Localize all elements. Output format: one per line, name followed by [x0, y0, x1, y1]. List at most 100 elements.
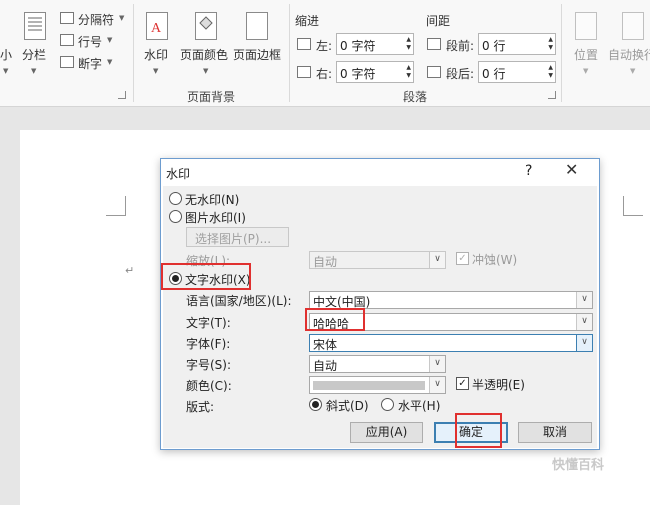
- text-label: 文字(T):: [186, 316, 231, 330]
- select-picture-button[interactable]: 选择图片(P)...: [186, 227, 289, 247]
- size-value: 自动: [313, 359, 338, 373]
- chevron-down-icon: ▼: [107, 36, 113, 44]
- chevron-down-icon: ▼: [119, 14, 125, 22]
- watermark-button[interactable]: 水印: [144, 46, 168, 63]
- apply-button[interactable]: 应用(A): [350, 422, 423, 443]
- watermark-icon: A: [146, 12, 168, 40]
- language-value: 中文(中国): [313, 295, 371, 309]
- horizontal-label[interactable]: 水平(H): [398, 397, 440, 414]
- size-select[interactable]: 自动 ∨: [309, 355, 446, 373]
- indent-left-label: 左:: [316, 39, 333, 53]
- indent-right-value: 0 字符: [340, 67, 376, 81]
- semitransparent-label[interactable]: 半透明(E): [472, 376, 525, 393]
- group-separator: [289, 4, 290, 102]
- chevron-down-icon: ▼: [31, 67, 37, 75]
- help-icon[interactable]: ?: [525, 163, 532, 179]
- color-select[interactable]: ∨: [309, 376, 446, 394]
- chevron-down-icon: ∨: [429, 252, 445, 268]
- chevron-down-icon: ∨: [576, 335, 592, 351]
- text-watermark-radio[interactable]: [169, 272, 182, 285]
- watermark-dialog: 水印 ? ✕ 无水印(N) 图片水印(I) 选择图片(P)... 缩放(L): …: [160, 158, 600, 450]
- page-borders-button[interactable]: 页面边框: [233, 46, 281, 63]
- chevron-down-icon: ▼: [203, 67, 209, 75]
- washout-label[interactable]: 冲蚀(W): [472, 251, 517, 268]
- semitransparent-checkbox[interactable]: ✓: [456, 377, 469, 390]
- breaks-icon: [60, 12, 74, 24]
- font-select[interactable]: 宋体 ∨: [309, 334, 593, 352]
- washout-checkbox[interactable]: ✓: [456, 252, 469, 265]
- no-watermark-label[interactable]: 无水印(N): [185, 191, 239, 208]
- spinner-icon[interactable]: ▲ ▼: [406, 64, 411, 80]
- svg-text:A: A: [151, 21, 162, 36]
- spinner-icon[interactable]: ▲ ▼: [406, 36, 411, 52]
- ok-button[interactable]: 确定: [434, 422, 508, 443]
- spacing-after-icon: [427, 66, 441, 78]
- diagonal-label[interactable]: 斜式(D): [326, 397, 369, 414]
- chevron-down-icon: ▼: [153, 67, 159, 75]
- chevron-down-icon: ▼: [107, 58, 113, 66]
- no-watermark-radio[interactable]: [169, 192, 182, 205]
- language-label: 语言(国家/地区)(L):: [186, 294, 292, 308]
- chevron-down-icon: ▼: [3, 67, 9, 75]
- color-label: 颜色(C):: [186, 379, 232, 393]
- ribbon: 小 ▼ 分栏 ▼ 分隔符 ▼ 行号 ▼ 断字 ▼ A 水印 ▼ 页面颜色 ▼ 页…: [0, 0, 650, 107]
- spacing-after-value: 0 行: [482, 67, 506, 81]
- close-icon[interactable]: ✕: [565, 160, 578, 179]
- scale-label: 缩放(L):: [186, 254, 231, 268]
- spinner-icon[interactable]: ▲ ▼: [548, 64, 553, 80]
- horizontal-radio[interactable]: [381, 398, 394, 411]
- hyphenation-button[interactable]: 断字: [78, 55, 102, 72]
- spacing-after-label: 段后:: [446, 67, 475, 81]
- text-watermark-label[interactable]: 文字水印(X): [185, 271, 251, 288]
- page-background-group-label: 页面背景: [187, 90, 236, 104]
- wrap-text-icon: [622, 12, 644, 40]
- indent-right-icon: [297, 66, 311, 78]
- spacing-before-icon: [427, 38, 441, 50]
- margin-corner-mark: [623, 196, 643, 216]
- paint-bucket-icon: [195, 12, 217, 40]
- columns-button[interactable]: 分栏: [22, 46, 46, 63]
- chevron-down-icon: ▼: [583, 67, 589, 75]
- chevron-down-icon: ∨: [429, 377, 445, 393]
- spacing-before-value: 0 行: [482, 39, 506, 53]
- scale-value: 自动: [313, 255, 338, 269]
- position-icon: [575, 12, 597, 40]
- indent-right-field[interactable]: 0 字符 ▲ ▼: [336, 61, 414, 83]
- line-numbers-icon: [60, 34, 74, 46]
- line-numbers-button[interactable]: 行号: [78, 33, 102, 50]
- paragraph-group-label: 段落: [403, 90, 428, 104]
- page-color-button[interactable]: 页面颜色: [180, 46, 228, 63]
- font-label: 字体(F):: [186, 337, 231, 351]
- picture-watermark-label[interactable]: 图片水印(I): [185, 209, 246, 226]
- dialog-title: 水印: [166, 167, 191, 181]
- font-value: 宋体: [313, 338, 338, 352]
- scale-select[interactable]: 自动 ∨: [309, 251, 446, 269]
- dialog-launcher-icon[interactable]: [118, 91, 126, 99]
- layout-label: 版式:: [186, 400, 215, 414]
- group-separator: [133, 4, 134, 102]
- chevron-down-icon: ∨: [576, 314, 592, 330]
- text-combo[interactable]: 哈哈哈 ∨: [309, 313, 593, 331]
- wrap-text-button[interactable]: 自动换行: [608, 46, 650, 63]
- indent-right-label: 右:: [316, 67, 333, 81]
- indent-title: 缩进: [295, 14, 320, 28]
- size-label: 字号(S):: [186, 358, 232, 372]
- diagonal-radio[interactable]: [309, 398, 322, 411]
- paragraph-mark-icon: ↵: [125, 264, 135, 277]
- indent-left-value: 0 字符: [340, 39, 376, 53]
- dialog-launcher-icon[interactable]: [548, 91, 556, 99]
- breaks-button[interactable]: 分隔符: [78, 11, 114, 28]
- color-swatch: [313, 381, 425, 390]
- position-button[interactable]: 位置: [574, 46, 598, 63]
- spacing-after-field[interactable]: 0 行 ▲ ▼: [478, 61, 556, 83]
- spacing-before-label: 段前:: [446, 39, 475, 53]
- picture-watermark-radio[interactable]: [169, 210, 182, 223]
- indent-left-field[interactable]: 0 字符 ▲ ▼: [336, 33, 414, 55]
- spinner-icon[interactable]: ▲ ▼: [548, 36, 553, 52]
- spacing-before-field[interactable]: 0 行 ▲ ▼: [478, 33, 556, 55]
- hyphenation-icon: [60, 56, 74, 68]
- indent-left-icon: [297, 38, 311, 50]
- cancel-button[interactable]: 取消: [518, 422, 592, 443]
- ribbon-partial-label[interactable]: 小: [0, 46, 12, 63]
- language-select[interactable]: 中文(中国) ∨: [309, 291, 593, 309]
